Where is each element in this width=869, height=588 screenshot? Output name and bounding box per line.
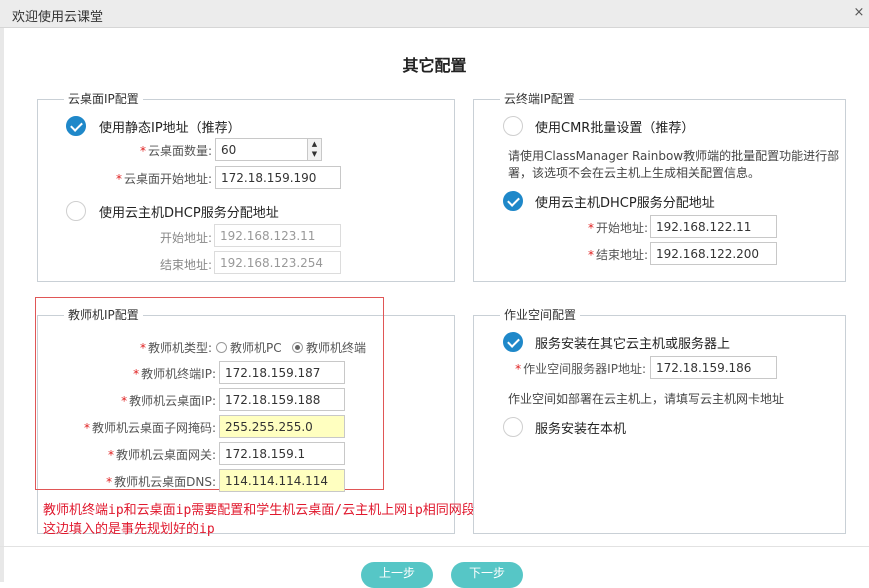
workspace-note: 作业空间如部署在云主机上，请填写云主机网卡地址 <box>508 392 785 406</box>
terminal-dhcp-radio[interactable] <box>503 191 523 211</box>
desktop-dhcp-radio[interactable] <box>66 201 86 221</box>
footer-divider <box>0 546 869 547</box>
cmr-radio[interactable] <box>503 116 523 136</box>
desktop-start-label-text: 云桌面开始地址 <box>123 172 208 186</box>
page-title: 其它配置 <box>402 56 467 75</box>
stepper-arrows-icon[interactable]: ▲ ▼ <box>307 139 321 160</box>
teacher-type-pc-option[interactable]: 教师机PC <box>216 339 282 356</box>
workspace-other-option-label: 服务安装在其它云主机或服务器上 <box>535 337 731 352</box>
desktop-count-label-text: 云桌面数量 <box>147 144 208 158</box>
desktop-start-label: * 云桌面开始地址: <box>115 172 212 186</box>
static-ip-radio[interactable] <box>66 116 86 136</box>
workspace-server-ip-input[interactable]: 172.18.159.186 <box>650 356 777 379</box>
terminal-start-input[interactable]: 192.168.122.11 <box>650 215 777 238</box>
desktop-count-value: 60 <box>221 143 237 157</box>
window-title: 欢迎使用云课堂 <box>12 10 104 25</box>
teacher-desktop-ip-label-text: 教师机云桌面IP <box>129 394 212 408</box>
cmr-note-line1: 请使用ClassManager Rainbow教师端的批量配置功能进行部 <box>508 149 840 163</box>
teacher-mask-input[interactable]: 255.255.255.0 <box>219 415 345 438</box>
terminal-dhcp-option-label: 使用云主机DHCP服务分配地址 <box>535 196 715 211</box>
desktop-dhcp-end-label: 结束地址: <box>159 258 212 272</box>
desktop-count-label: * 云桌面数量: <box>139 144 212 158</box>
teacher-mask-label: * 教师机云桌面子网掩码: <box>83 421 216 435</box>
prev-button[interactable]: 上一步 <box>361 562 433 588</box>
teacher-type-pc-label: 教师机PC <box>230 341 282 355</box>
close-icon[interactable]: × <box>849 0 869 28</box>
terminal-end-label: * 结束地址: <box>587 248 648 262</box>
annotation-line2: 这边填入的是事先规划好的ip <box>43 522 215 537</box>
teacher-type-terminal-option[interactable]: 教师机终端 <box>292 339 366 356</box>
desktop-start-input[interactable]: 172.18.159.190 <box>215 166 341 189</box>
workspace-title: 作业空间配置 <box>500 307 581 323</box>
teacher-mask-label-text: 教师机云桌面子网掩码 <box>91 421 212 435</box>
teacher-desktop-ip-label: * 教师机云桌面IP: <box>121 394 216 408</box>
teacher-type-label-text: 教师机类型 <box>147 341 208 355</box>
teacher-terminal-ip-label: * 教师机终端IP: <box>133 367 216 381</box>
workspace-server-ip-label-text: 作业空间服务器IP地址 <box>523 362 642 376</box>
teacher-terminal-ip-input[interactable]: 172.18.159.187 <box>219 361 345 384</box>
window-titlebar: 欢迎使用云课堂 × <box>0 0 869 28</box>
cloud-desktop-ip-title: 云桌面IP配置 <box>64 91 143 107</box>
desktop-dhcp-start-label-text: 开始地址 <box>159 231 208 245</box>
annotation-line1: 教师机终端ip和云桌面ip需要配置和学生机云桌面/云主机上网ip相同网段 <box>43 503 475 518</box>
workspace-other-radio[interactable] <box>503 332 523 352</box>
workspace-local-radio[interactable] <box>503 417 523 437</box>
teacher-type-label: * 教师机类型: <box>139 341 212 355</box>
workspace-server-ip-label: * 作业空间服务器IP地址: <box>515 362 646 376</box>
teacher-gateway-label-text: 教师机云桌面网关 <box>115 448 212 462</box>
teacher-gateway-label: * 教师机云桌面网关: <box>107 448 216 462</box>
teacher-terminal-radio[interactable] <box>292 342 303 353</box>
desktop-dhcp-option-label: 使用云主机DHCP服务分配地址 <box>99 206 279 221</box>
desktop-dhcp-start-label: 开始地址: <box>159 231 212 245</box>
teacher-terminal-ip-label-text: 教师机终端IP <box>141 367 212 381</box>
terminal-start-label: * 开始地址: <box>587 221 648 235</box>
terminal-end-input[interactable]: 192.168.122.200 <box>650 242 777 265</box>
teacher-dns-label-text: 教师机云桌面DNS <box>114 475 212 489</box>
static-ip-option-label: 使用静态IP地址（推荐） <box>99 121 241 136</box>
desktop-dhcp-end-label-text: 结束地址 <box>159 258 208 272</box>
desktop-dhcp-start-input[interactable]: 192.168.123.11 <box>214 224 341 247</box>
terminal-end-label-text: 结束地址 <box>595 248 644 262</box>
cmr-note-line2: 署，该选项不会在云主机上生成相关配置信息。 <box>508 166 761 180</box>
teacher-dns-input[interactable]: 114.114.114.114 <box>219 469 345 492</box>
teacher-gateway-input[interactable]: 172.18.159.1 <box>219 442 345 465</box>
cloud-terminal-ip-title: 云终端IP配置 <box>500 91 579 107</box>
teacher-type-terminal-label: 教师机终端 <box>306 341 367 355</box>
teacher-pc-radio[interactable] <box>216 342 227 353</box>
cmr-option-label: 使用CMR批量设置（推荐） <box>535 121 695 136</box>
next-button[interactable]: 下一步 <box>451 562 523 588</box>
window-left-edge <box>0 28 4 582</box>
workspace-local-option-label: 服务安装在本机 <box>535 422 627 437</box>
desktop-dhcp-end-input[interactable]: 192.168.123.254 <box>214 251 341 274</box>
desktop-count-stepper[interactable]: 60 ▲ ▼ <box>215 138 322 161</box>
teacher-desktop-ip-input[interactable]: 172.18.159.188 <box>219 388 345 411</box>
teacher-dns-label: * 教师机云桌面DNS: <box>106 475 216 489</box>
terminal-start-label-text: 开始地址 <box>595 221 644 235</box>
